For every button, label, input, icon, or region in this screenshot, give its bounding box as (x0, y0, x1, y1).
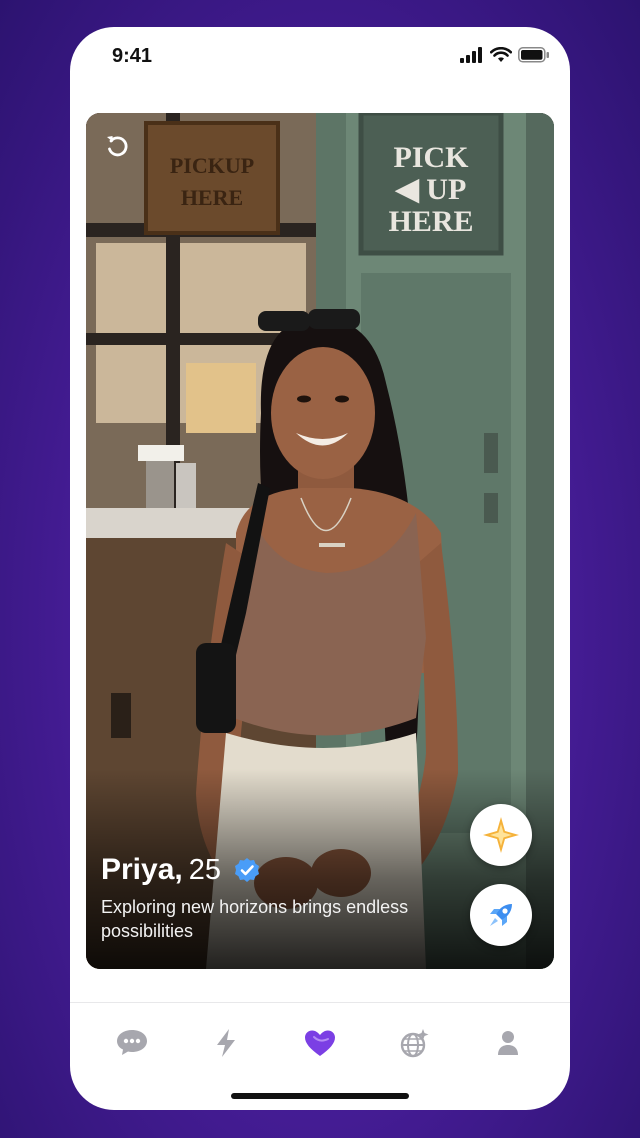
tab-explore[interactable] (394, 1023, 434, 1063)
heart-icon (305, 1030, 335, 1056)
left-sign-line2: HERE (181, 185, 243, 210)
profile-bio: Exploring new horizons brings endless po… (101, 897, 409, 941)
chat-bubble-icon (117, 1030, 147, 1055)
right-sign-line3: HERE (388, 205, 473, 238)
battery-icon (518, 47, 549, 63)
signal-icon (460, 47, 482, 63)
rocket-icon (490, 904, 512, 926)
tab-messages[interactable] (112, 1023, 152, 1063)
left-sign-line1: PICKUP (170, 153, 254, 178)
person-icon (498, 1031, 518, 1055)
lightning-icon (217, 1029, 235, 1057)
undo-icon (107, 136, 128, 157)
right-sign-line1: PICK (394, 141, 470, 174)
tab-bar (70, 1023, 570, 1063)
verified-badge-icon (235, 858, 259, 882)
status-time: 9:41 (112, 45, 153, 67)
name-row: Priya, 25 (101, 853, 461, 887)
tab-boost[interactable] (206, 1023, 246, 1063)
profile-card[interactable]: PICKUP HERE PICK ◀ UP HERE Priya, 25 Exp… (86, 113, 554, 969)
home-indicator (231, 1093, 409, 1099)
undo-button[interactable] (102, 131, 132, 161)
phone-frame: 9:41 PICKUP HERE PICK ◀ UP HERE Priya, 2… (70, 27, 570, 1110)
right-sign-line2: ◀ UP (394, 173, 467, 206)
tab-matches[interactable] (300, 1023, 340, 1063)
globe-icon (400, 1029, 429, 1058)
wifi-icon (490, 47, 512, 62)
status-icons (460, 47, 550, 63)
super-like-button[interactable] (470, 804, 532, 866)
profile-name: Priya, (101, 853, 183, 886)
profile-info: Priya, 25 Exploring new horizons brings … (101, 853, 461, 943)
tab-profile[interactable] (488, 1023, 528, 1063)
tabbar-divider (70, 1002, 570, 1003)
status-bar: 9:41 (70, 27, 570, 87)
sparkle-icon (483, 817, 519, 853)
boost-button[interactable] (470, 884, 532, 946)
profile-age: 25 (188, 853, 221, 886)
